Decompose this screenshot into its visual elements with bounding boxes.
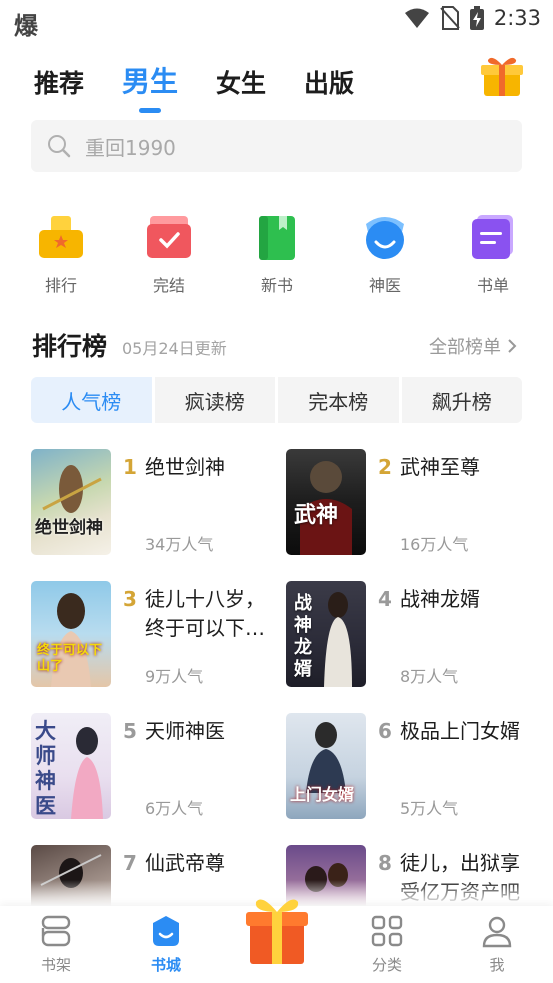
no-sim-icon (440, 6, 460, 30)
cover-title: 终于可以下山了 (37, 643, 103, 674)
book-item[interactable]: 战神龙婿 4 战神龙婿 8万人气 (286, 581, 536, 691)
book-popularity: 9万人气 (145, 667, 204, 686)
battery-charging-icon (469, 6, 484, 30)
tab-publish[interactable]: 出版 (304, 64, 354, 100)
book-popularity: 6万人气 (145, 799, 204, 818)
wifi-icon (404, 8, 429, 28)
book-rank: 3 (123, 587, 137, 611)
book-rank: 6 (378, 719, 392, 743)
book-popularity: 34万人气 (145, 535, 214, 554)
tab-male[interactable]: 男生 (122, 60, 178, 113)
book-cover: 绝世剑神 (31, 449, 111, 555)
book-rank: 4 (378, 587, 392, 611)
tab-recommend[interactable]: 推荐 (34, 64, 84, 100)
book-title: 战神龙婿 (400, 587, 480, 611)
book-rank: 5 (123, 719, 137, 743)
book-popularity: 8万人气 (400, 667, 459, 686)
book-rank: 8 (378, 851, 392, 875)
book-cover: 终于可以下山了 (31, 581, 111, 687)
category-icon (371, 915, 403, 947)
book-item[interactable]: 上门女婿 6 极品上门女婿 5万人气 (286, 713, 536, 823)
book-title: 武神至尊 (400, 455, 480, 479)
book-cover: 战神龙婿 (286, 581, 366, 687)
tab-completed[interactable]: 完本榜 (278, 377, 399, 423)
top-tabs: 推荐 男生 女生 出版 (34, 60, 354, 113)
book-popularity: 5万人气 (400, 799, 459, 818)
new-book-icon (259, 216, 295, 260)
completed-icon (147, 216, 191, 258)
bookstore-icon (153, 916, 179, 946)
quick-book-list[interactable]: 书单 (453, 212, 533, 296)
book-cover: 上门女婿 (286, 713, 366, 819)
search-icon (48, 135, 71, 158)
app-notification-glyph: 爆 (14, 12, 38, 40)
book-item[interactable]: 绝世剑神 1 绝世剑神 34万人气 (31, 449, 281, 559)
quick-new-book[interactable]: 新书 (237, 212, 317, 296)
ranking-update-date: 05月24日更新 (122, 339, 227, 358)
profile-icon (482, 916, 512, 948)
quick-doctor-label: 神医 (368, 276, 401, 295)
nav-bookstore-label: 书城 (150, 956, 181, 974)
nav-profile[interactable]: 我 (462, 914, 532, 975)
nav-category[interactable]: 分类 (352, 914, 422, 975)
book-cover: 武神 (286, 449, 366, 555)
all-rankings-link[interactable]: 全部榜单 (429, 333, 517, 359)
cover-title: 绝世剑神 (35, 518, 103, 538)
book-list-icon (472, 215, 513, 259)
book-rank: 2 (378, 455, 392, 479)
quick-completed-label: 完结 (152, 276, 185, 295)
search-placeholder: 重回1990 (85, 135, 176, 160)
book-rank: 1 (123, 455, 137, 479)
gift-box-icon[interactable] (244, 892, 310, 966)
quick-ranking-label: 排行 (44, 276, 77, 295)
ranking-title: 排行榜 (32, 332, 108, 361)
book-title: 仙武帝尊 (145, 851, 225, 875)
search-bar[interactable]: 重回1990 (31, 120, 522, 172)
status-bar: 爆 2:33 (0, 0, 553, 40)
book-item[interactable]: 终于可以下山了 3 徒儿十八岁，终于可以下山了 9万人气 (31, 581, 281, 691)
ranking-tabs: 人气榜 疯读榜 完本榜 飙升榜 (31, 377, 522, 423)
quick-new-book-label: 新书 (260, 276, 293, 295)
nav-bookshelf[interactable]: 书架 (21, 914, 91, 975)
chevron-right-icon (508, 339, 517, 353)
status-time: 2:33 (493, 6, 541, 30)
quick-book-list-label: 书单 (476, 276, 509, 295)
book-title: 绝世剑神 (145, 455, 225, 479)
quick-doctor[interactable]: 神医 (345, 212, 425, 296)
tab-rising[interactable]: 飙升榜 (401, 377, 522, 423)
ranking-icon (39, 216, 83, 258)
book-popularity: 16万人气 (400, 535, 469, 554)
nav-bookstore[interactable]: 书城 (131, 914, 201, 975)
nav-profile-label: 我 (489, 956, 505, 974)
quick-entries: 排行 完结 新书 神医 书单 (0, 212, 553, 302)
book-rank: 7 (123, 851, 137, 875)
cover-title: 上门女婿 (290, 785, 355, 804)
nav-bookshelf-label: 书架 (40, 956, 71, 974)
doctor-icon (366, 217, 404, 259)
cover-art (42, 465, 102, 513)
quick-completed[interactable]: 完结 (129, 212, 209, 296)
book-title: 天师神医 (145, 719, 225, 743)
all-rankings-label: 全部榜单 (429, 337, 501, 358)
book-title: 徒儿十八岁，终于可以下山了 (145, 587, 265, 640)
nav-category-label: 分类 (371, 956, 402, 974)
cover-title: 战神龙婿 (294, 593, 312, 680)
bookshelf-icon (41, 915, 71, 947)
book-item[interactable]: 武神 2 武神至尊 16万人气 (286, 449, 536, 559)
book-cover: 大师神医 (31, 713, 111, 819)
quick-ranking[interactable]: 排行 (21, 212, 101, 296)
book-title: 极品上门女婿 (400, 719, 520, 743)
cover-title: 武神 (294, 503, 339, 528)
book-item[interactable]: 大师神医 5 天师神医 6万人气 (31, 713, 281, 823)
tab-popularity[interactable]: 人气榜 (31, 377, 152, 423)
tab-crazy-read[interactable]: 疯读榜 (154, 377, 275, 423)
gift-icon[interactable] (478, 52, 526, 100)
cover-title: 大师神医 (35, 719, 56, 818)
status-icons: 2:33 (404, 6, 541, 30)
tab-female[interactable]: 女生 (216, 64, 266, 100)
